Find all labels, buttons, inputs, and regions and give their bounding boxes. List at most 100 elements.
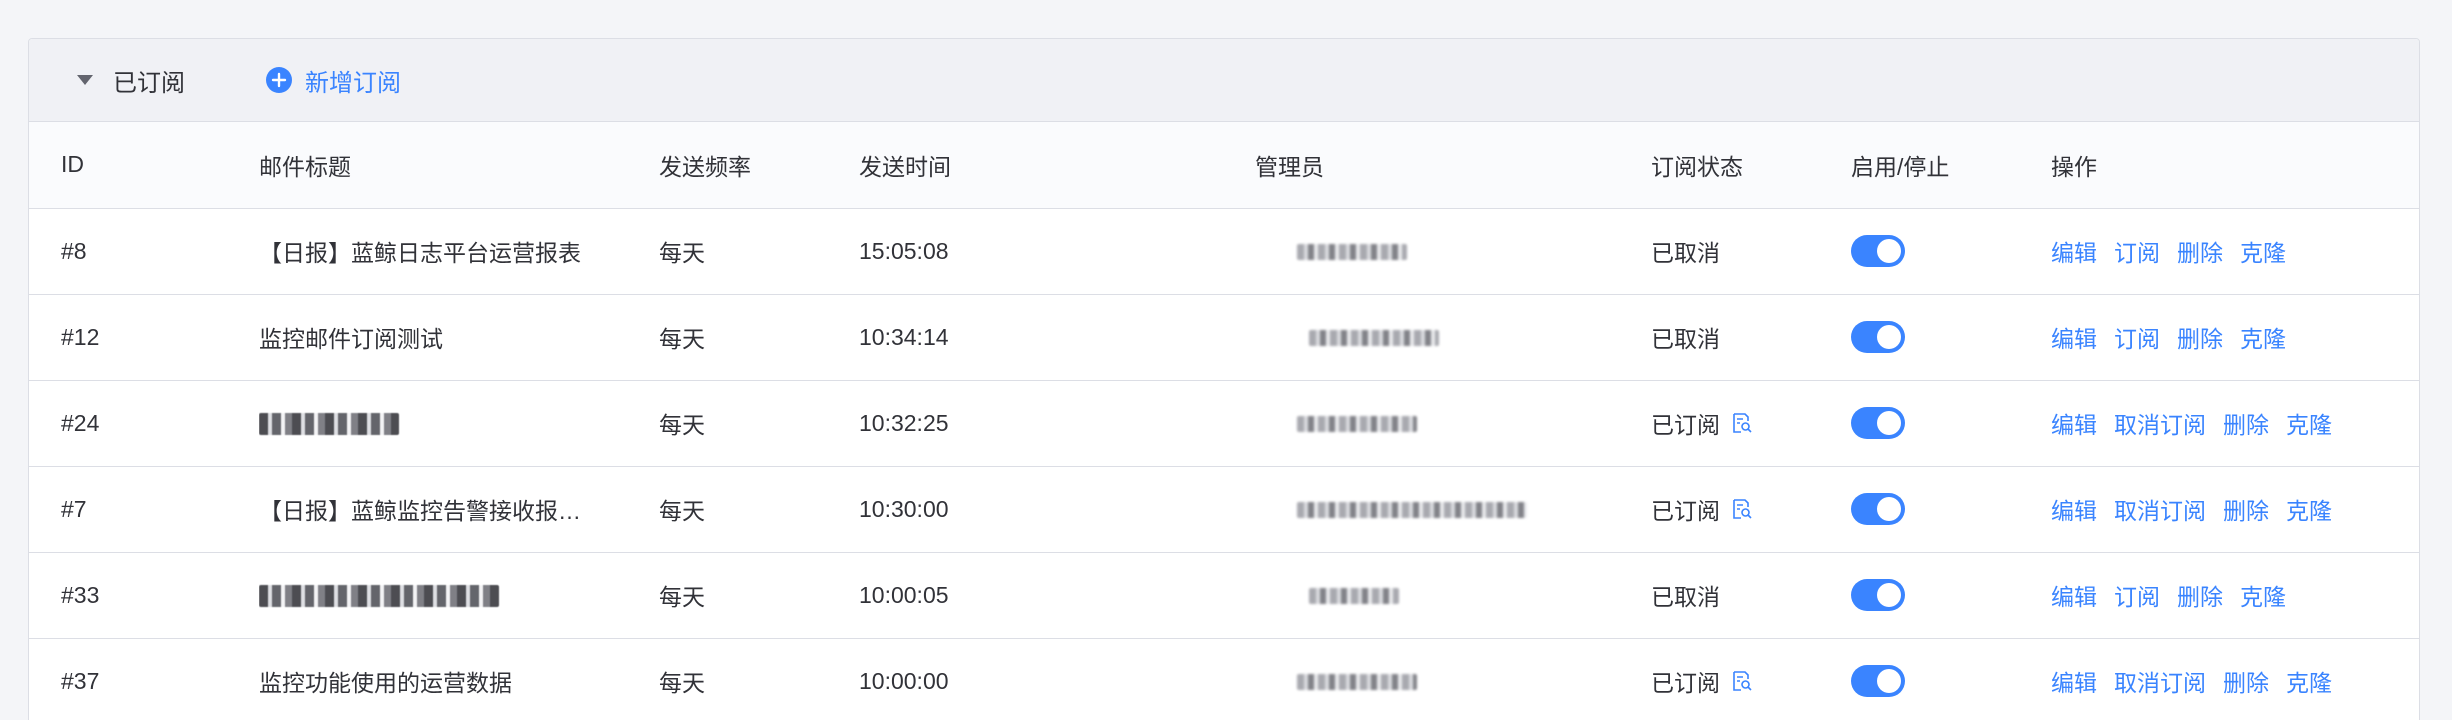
- enable-toggle[interactable]: [1851, 665, 1905, 697]
- row-actions: 编辑 订阅 删除 克隆: [2051, 552, 2419, 639]
- action-link[interactable]: 订阅: [2114, 326, 2160, 352]
- enable-toggle[interactable]: [1851, 321, 1905, 353]
- column-header-actions: 操作: [2051, 122, 2419, 209]
- action-link[interactable]: 克隆: [2240, 240, 2286, 266]
- action-link[interactable]: 订阅: [2114, 584, 2160, 610]
- action-link[interactable]: 克隆: [2286, 412, 2332, 438]
- enable-toggle[interactable]: [1851, 579, 1905, 611]
- table-row: #33 每天 10:00:05 已取消 编辑 订阅 删除 克隆: [29, 552, 2419, 639]
- toggle-knob: [1877, 669, 1901, 693]
- row-status: 已订阅: [1651, 498, 1720, 524]
- action-link[interactable]: 取消订阅: [2114, 670, 2206, 696]
- row-toggle-cell: [1851, 294, 2051, 381]
- action-link[interactable]: 克隆: [2240, 584, 2286, 610]
- row-title: 监控邮件订阅测试: [259, 294, 659, 381]
- row-toggle-cell: [1851, 380, 2051, 467]
- row-toggle-cell: [1851, 552, 2051, 639]
- toggle-knob: [1877, 325, 1901, 349]
- table-header-row: ID 邮件标题 发送频率 发送时间 管理员 订阅状态 启用/停止 操作: [29, 122, 2419, 209]
- row-title-redacted: [259, 552, 659, 639]
- row-time: 10:32:25: [859, 380, 1255, 467]
- row-admin-redacted: [1255, 638, 1651, 720]
- subscription-panel: 已订阅 新增订阅 ID 邮件标题 发送频率 发送时间 管理员 订阅状态 启用/停…: [28, 38, 2420, 720]
- row-id: #24: [29, 380, 259, 467]
- row-status: 已取消: [1651, 326, 1720, 352]
- row-status-cell: 已取消: [1651, 294, 1851, 381]
- action-link[interactable]: 删除: [2177, 584, 2223, 610]
- row-status-cell: 已订阅: [1651, 638, 1851, 720]
- row-actions: 编辑 取消订阅 删除 克隆: [2051, 380, 2419, 467]
- action-link[interactable]: 编辑: [2051, 412, 2097, 438]
- row-time: 10:00:05: [859, 552, 1255, 639]
- row-frequency: 每天: [659, 208, 859, 295]
- row-status-cell: 已订阅: [1651, 380, 1851, 467]
- action-link[interactable]: 克隆: [2240, 326, 2286, 352]
- row-id: #12: [29, 294, 259, 381]
- plus-circle-icon: [265, 66, 293, 94]
- row-toggle-cell: [1851, 208, 2051, 295]
- subscription-table: ID 邮件标题 发送频率 发送时间 管理员 订阅状态 启用/停止 操作 #8 【…: [29, 122, 2419, 720]
- action-link[interactable]: 编辑: [2051, 498, 2097, 524]
- document-search-icon[interactable]: [1730, 497, 1754, 521]
- panel-header: 已订阅 新增订阅: [29, 39, 2419, 122]
- enable-toggle[interactable]: [1851, 493, 1905, 525]
- row-time: 10:00:00: [859, 638, 1255, 720]
- caret-down-icon[interactable]: [75, 70, 95, 90]
- row-id: #8: [29, 208, 259, 295]
- row-actions: 编辑 订阅 删除 克隆: [2051, 208, 2419, 295]
- table-row: #7 【日报】蓝鲸监控告警接收报… 每天 10:30:00 已订阅 编辑 取消订阅…: [29, 466, 2419, 553]
- action-link[interactable]: 删除: [2177, 326, 2223, 352]
- row-toggle-cell: [1851, 638, 2051, 720]
- action-link[interactable]: 编辑: [2051, 584, 2097, 610]
- row-id: #37: [29, 638, 259, 720]
- column-header-frequency: 发送频率: [659, 122, 859, 209]
- row-status-cell: 已取消: [1651, 208, 1851, 295]
- row-frequency: 每天: [659, 380, 859, 467]
- row-status: 已订阅: [1651, 670, 1720, 696]
- row-admin-redacted: [1255, 466, 1651, 553]
- row-actions: 编辑 订阅 删除 克隆: [2051, 294, 2419, 381]
- row-status: 已订阅: [1651, 412, 1720, 438]
- row-frequency: 每天: [659, 638, 859, 720]
- action-link[interactable]: 取消订阅: [2114, 412, 2206, 438]
- column-header-id: ID: [29, 122, 259, 209]
- action-link[interactable]: 删除: [2223, 412, 2269, 438]
- column-header-time: 发送时间: [859, 122, 1255, 209]
- action-link[interactable]: 删除: [2223, 670, 2269, 696]
- toggle-knob: [1877, 497, 1901, 521]
- document-search-icon[interactable]: [1730, 669, 1754, 693]
- enable-toggle[interactable]: [1851, 407, 1905, 439]
- row-frequency: 每天: [659, 466, 859, 553]
- table-row: #24 每天 10:32:25 已订阅 编辑 取消订阅 删除 克隆: [29, 380, 2419, 467]
- enable-toggle[interactable]: [1851, 235, 1905, 267]
- row-title: 【日报】蓝鲸日志平台运营报表: [259, 208, 659, 295]
- row-status: 已取消: [1651, 584, 1720, 610]
- action-link[interactable]: 取消订阅: [2114, 498, 2206, 524]
- row-toggle-cell: [1851, 466, 2051, 553]
- action-link[interactable]: 删除: [2177, 240, 2223, 266]
- row-id: #33: [29, 552, 259, 639]
- action-link[interactable]: 编辑: [2051, 240, 2097, 266]
- row-title: 【日报】蓝鲸监控告警接收报…: [259, 466, 659, 553]
- action-link[interactable]: 订阅: [2114, 240, 2160, 266]
- table-row: #12 监控邮件订阅测试 每天 10:34:14 已取消 编辑 订阅 删除 克隆: [29, 294, 2419, 381]
- row-status: 已取消: [1651, 240, 1720, 266]
- row-actions: 编辑 取消订阅 删除 克隆: [2051, 466, 2419, 553]
- toggle-knob: [1877, 583, 1901, 607]
- table-row: #37 监控功能使用的运营数据 每天 10:00:00 已订阅 编辑 取消订阅 删除…: [29, 638, 2419, 720]
- column-header-admin: 管理员: [1255, 122, 1651, 209]
- document-search-icon[interactable]: [1730, 411, 1754, 435]
- action-link[interactable]: 克隆: [2286, 498, 2332, 524]
- row-title: 监控功能使用的运营数据: [259, 638, 659, 720]
- action-link[interactable]: 删除: [2223, 498, 2269, 524]
- add-subscription-button[interactable]: 新增订阅: [265, 63, 401, 98]
- add-subscription-label: 新增订阅: [305, 69, 401, 97]
- action-link[interactable]: 编辑: [2051, 670, 2097, 696]
- action-link[interactable]: 克隆: [2286, 670, 2332, 696]
- action-link[interactable]: 编辑: [2051, 326, 2097, 352]
- row-status-cell: 已订阅: [1651, 466, 1851, 553]
- collapse-toggle[interactable]: 已订阅: [75, 63, 185, 98]
- row-time: 10:30:00: [859, 466, 1255, 553]
- row-admin-redacted: [1255, 552, 1651, 639]
- row-time: 15:05:08: [859, 208, 1255, 295]
